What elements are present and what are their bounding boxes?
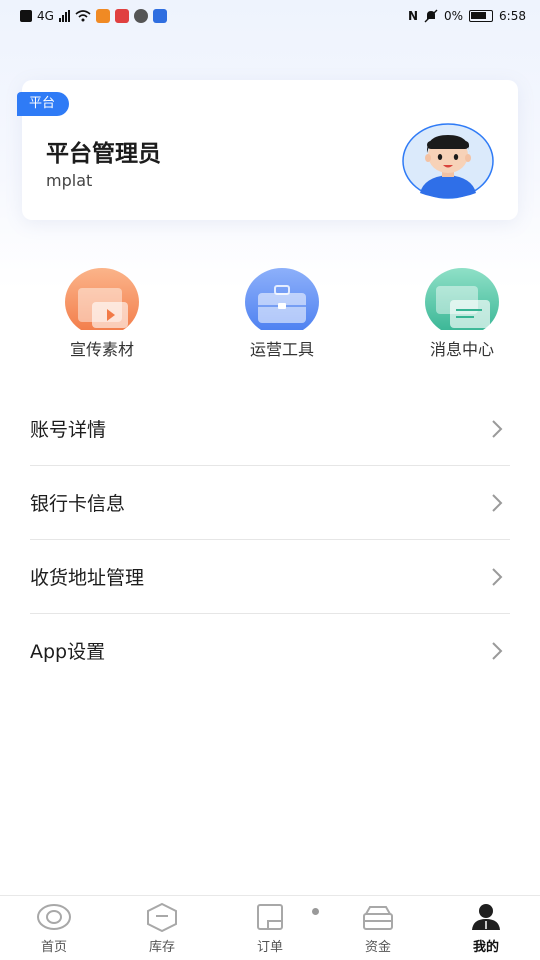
tab-home[interactable]: 首页 bbox=[14, 902, 94, 955]
mute-icon bbox=[424, 9, 438, 23]
chevron-right-icon bbox=[492, 494, 503, 512]
shortcut-ops-tools[interactable]: 运营工具 bbox=[227, 268, 337, 360]
toolbox-icon bbox=[245, 268, 319, 330]
menu-item-account-details[interactable]: 账号详情 bbox=[30, 392, 510, 466]
app-notification-icon bbox=[95, 9, 110, 23]
tab-label: 首页 bbox=[40, 940, 67, 955]
shortcut-label: 运营工具 bbox=[249, 340, 314, 359]
menu-item-label: 收货地址管理 bbox=[30, 567, 145, 589]
role-badge: 平台 bbox=[17, 92, 70, 116]
app-notification-icon bbox=[133, 9, 148, 23]
tab-label: 订单 bbox=[256, 940, 283, 955]
inventory-icon bbox=[147, 902, 177, 932]
home-icon bbox=[37, 904, 71, 930]
menu-item-shipping-address[interactable]: 收货地址管理 bbox=[30, 540, 510, 614]
wifi-icon bbox=[75, 10, 91, 22]
message-icon bbox=[425, 268, 499, 330]
tab-inventory[interactable]: 库存 bbox=[122, 902, 202, 955]
wallet-icon bbox=[363, 906, 393, 930]
menu-item-app-settings[interactable]: App设置 bbox=[30, 614, 510, 688]
tab-orders[interactable]: 订单 bbox=[230, 902, 310, 955]
hd-icon bbox=[20, 10, 32, 22]
chevron-right-icon bbox=[492, 642, 503, 660]
order-icon bbox=[257, 904, 283, 930]
tab-label: 我的 bbox=[472, 940, 499, 955]
avatar[interactable] bbox=[402, 123, 494, 199]
shortcut-label: 宣传素材 bbox=[69, 340, 134, 359]
nfc-icon: N bbox=[407, 9, 418, 23]
battery-percent: 0% bbox=[444, 9, 464, 23]
menu-item-label: App设置 bbox=[30, 641, 106, 663]
menu-item-label: 账号详情 bbox=[30, 419, 107, 441]
tab-funds[interactable]: 资金 bbox=[338, 902, 418, 955]
shortcut-message-center[interactable]: 消息中心 bbox=[407, 268, 517, 360]
tab-label: 资金 bbox=[364, 940, 391, 955]
profile-icon bbox=[472, 904, 500, 930]
shortcut-grid: 宣传素材 运营工具 消息中心 bbox=[0, 268, 540, 368]
profile-card[interactable]: 平台 平台管理员 mplat bbox=[17, 80, 518, 220]
app-notification-icon bbox=[114, 9, 129, 23]
tab-label: 库存 bbox=[148, 940, 175, 955]
menu-item-bank-card[interactable]: 银行卡信息 bbox=[30, 466, 510, 540]
battery-icon bbox=[469, 10, 494, 22]
network-type: 4G bbox=[37, 9, 54, 23]
signal-icon bbox=[58, 10, 70, 22]
profile-name: 平台管理员 bbox=[46, 141, 161, 167]
shortcut-label: 消息中心 bbox=[429, 340, 494, 359]
menu-item-label: 银行卡信息 bbox=[30, 493, 126, 515]
app-notification-icon bbox=[152, 9, 167, 23]
settings-menu: 账号详情 银行卡信息 收货地址管理 App设置 bbox=[30, 392, 510, 688]
clock: 6:58 bbox=[499, 9, 526, 23]
tab-profile[interactable]: 我的 bbox=[446, 902, 526, 955]
status-right: N 0% 6:58 bbox=[408, 8, 526, 24]
promo-material-icon bbox=[65, 268, 139, 330]
profile-username: mplat bbox=[46, 171, 93, 190]
shortcut-promo-material[interactable]: 宣传素材 bbox=[47, 268, 157, 360]
notification-dot bbox=[312, 908, 319, 915]
status-left: 4G bbox=[20, 8, 167, 24]
chevron-right-icon bbox=[492, 420, 503, 438]
chevron-right-icon bbox=[492, 568, 503, 586]
status-bar: 4G N 0% 6:58 bbox=[0, 0, 540, 34]
bottom-tab-bar: 首页 库存 订单 资金 我的 bbox=[0, 895, 540, 960]
